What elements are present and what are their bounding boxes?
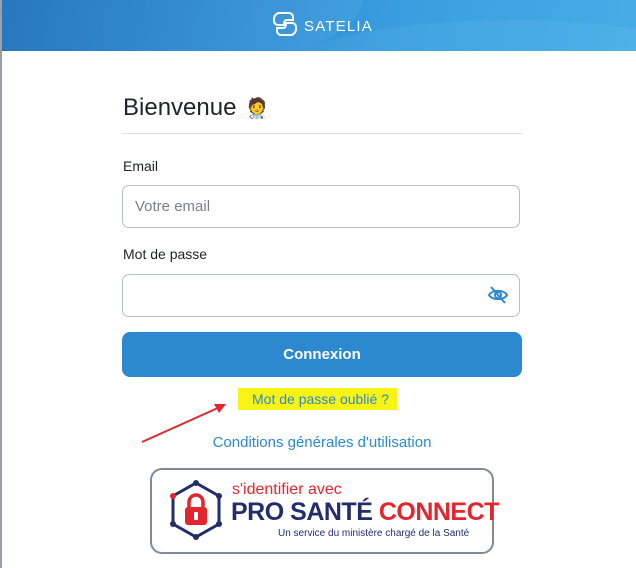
psc-wordmark: PRO SANTÉ CONNECT (231, 498, 499, 527)
psc-subtitle: Un service du ministère chargé de la San… (278, 528, 470, 539)
password-input[interactable] (122, 274, 520, 317)
email-input[interactable] (122, 185, 520, 228)
brand: SATELIA (272, 10, 373, 43)
padlock-icon (170, 480, 222, 540)
title-divider (122, 133, 522, 134)
password-label: Mot de passe (123, 246, 208, 262)
title-text: Bienvenue (123, 94, 237, 121)
psc-word-connect: CONNECT (378, 498, 500, 526)
psc-word-sante: SANTÉ (290, 498, 373, 526)
psc-word-pro: PRO (231, 498, 284, 526)
login-button[interactable]: Connexion (122, 332, 522, 377)
page-title: Bienvenue 🧑‍⚕️ (123, 94, 269, 122)
email-label: Email (123, 158, 159, 174)
forgot-password-link[interactable]: Mot de passe oublié ? (238, 388, 397, 410)
eye-slash-icon[interactable] (487, 285, 509, 305)
pro-sante-connect-button[interactable]: s'identifier avec PRO SANTÉ CONNECT Un s… (150, 468, 499, 554)
brand-name: SATELIA (304, 17, 373, 35)
psc-tagline: s'identifier avec (232, 481, 342, 498)
doctor-emoji-icon: 🧑‍⚕️ (244, 97, 270, 120)
window-edge (0, 0, 2, 568)
satelia-logo-icon (272, 10, 298, 43)
terms-link[interactable]: Conditions générales d'utilisation (122, 434, 522, 451)
header-bar: SATELIA (2, 0, 636, 51)
